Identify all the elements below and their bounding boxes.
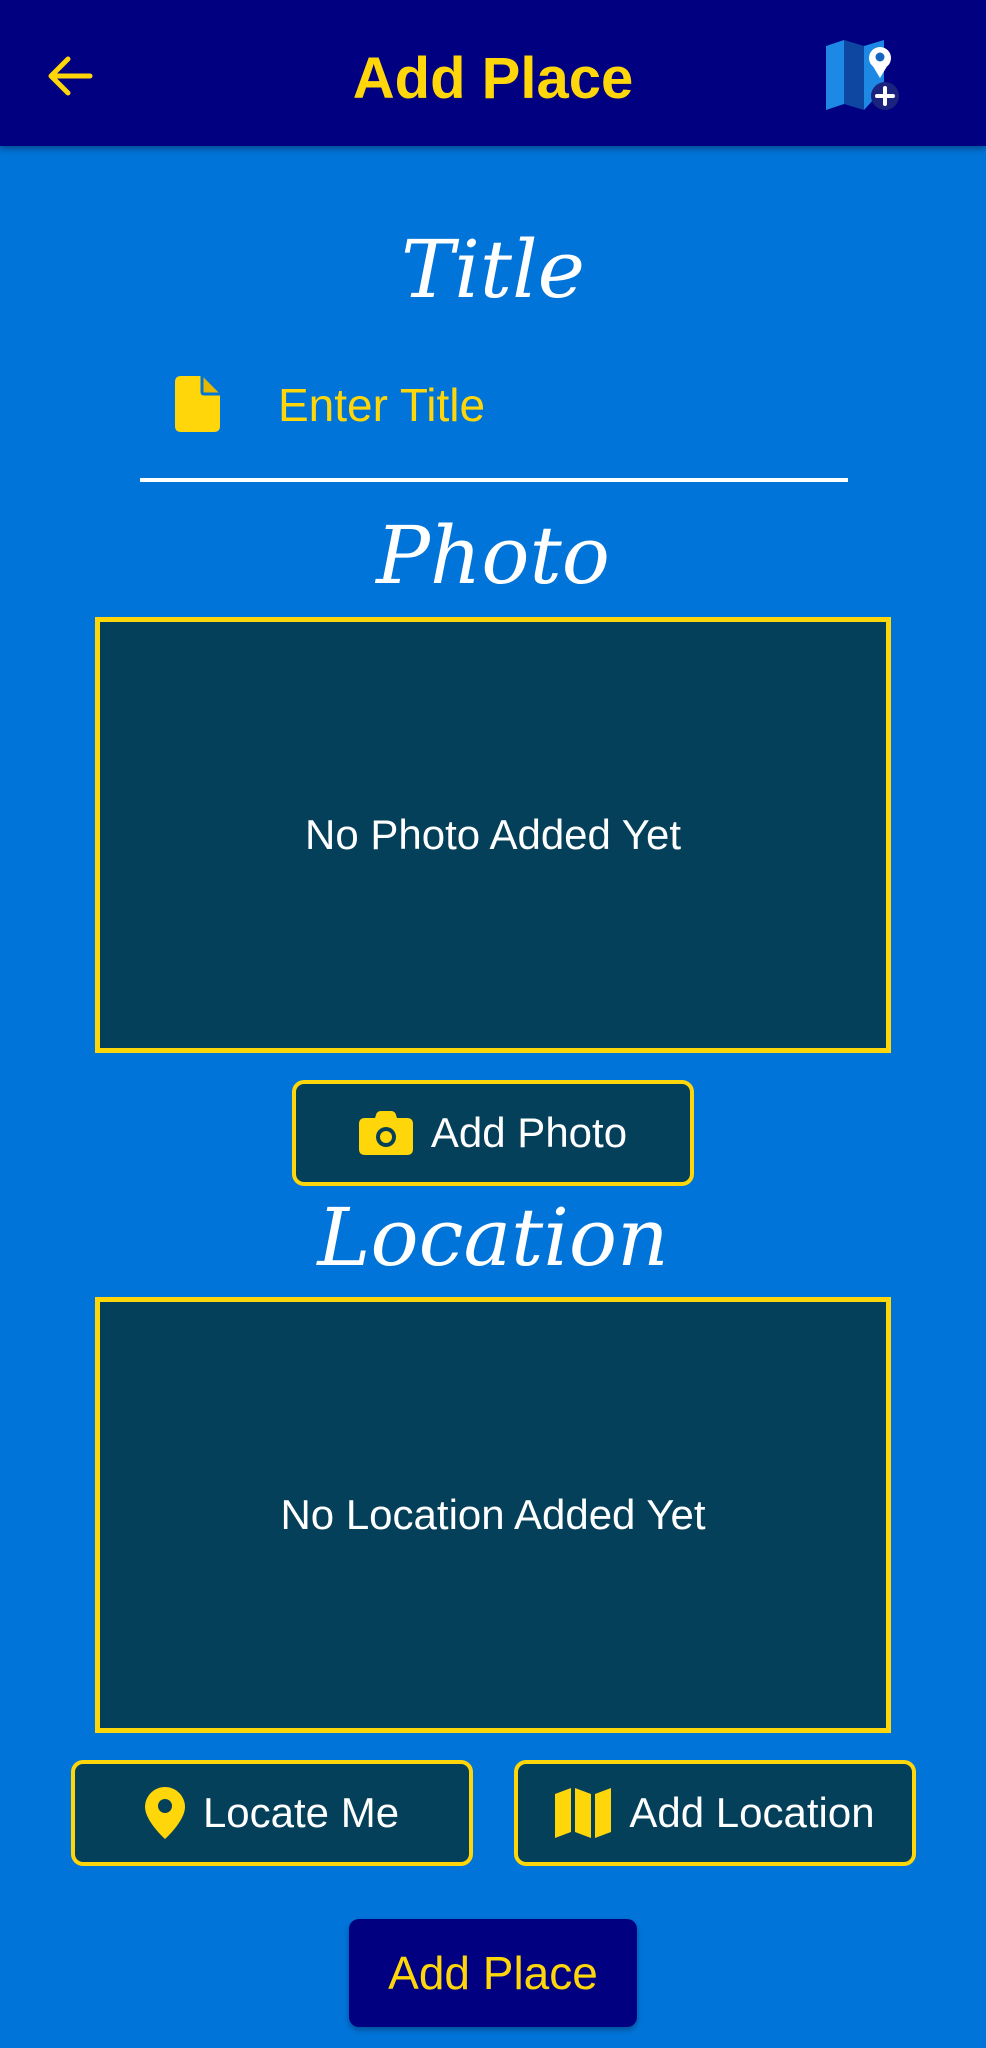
camera-icon — [358, 1111, 413, 1155]
add-photo-button[interactable]: Add Photo — [292, 1080, 694, 1186]
photo-section-label: Photo — [376, 509, 610, 602]
location-empty-text: No Location Added Yet — [280, 1491, 706, 1538]
photo-empty-text: No Photo Added Yet — [304, 811, 681, 858]
map-add-location-icon — [826, 40, 899, 110]
add-location-button[interactable]: Add Location — [514, 1760, 916, 1866]
title-input[interactable] — [276, 368, 840, 442]
add-place-map-button[interactable] — [822, 36, 906, 116]
document-icon — [175, 376, 220, 432]
submit-label: Add Place — [388, 1947, 598, 1999]
locate-me-button[interactable]: Locate Me — [71, 1760, 473, 1866]
add-place-submit-button[interactable]: Add Place — [349, 1919, 637, 2027]
title-field[interactable] — [140, 360, 848, 482]
add-photo-label: Add Photo — [430, 1109, 628, 1156]
map-icon — [555, 1788, 612, 1838]
location-pin-icon — [144, 1787, 185, 1839]
location-section-label: Location — [317, 1191, 669, 1284]
add-location-label: Add Location — [629, 1789, 875, 1836]
location-preview: No Location Added Yet — [95, 1297, 891, 1733]
locate-me-label: Locate Me — [202, 1789, 400, 1836]
title-section-label: Title — [400, 223, 586, 316]
app-bar: Add Place — [0, 0, 986, 146]
photo-preview: No Photo Added Yet — [95, 617, 891, 1053]
